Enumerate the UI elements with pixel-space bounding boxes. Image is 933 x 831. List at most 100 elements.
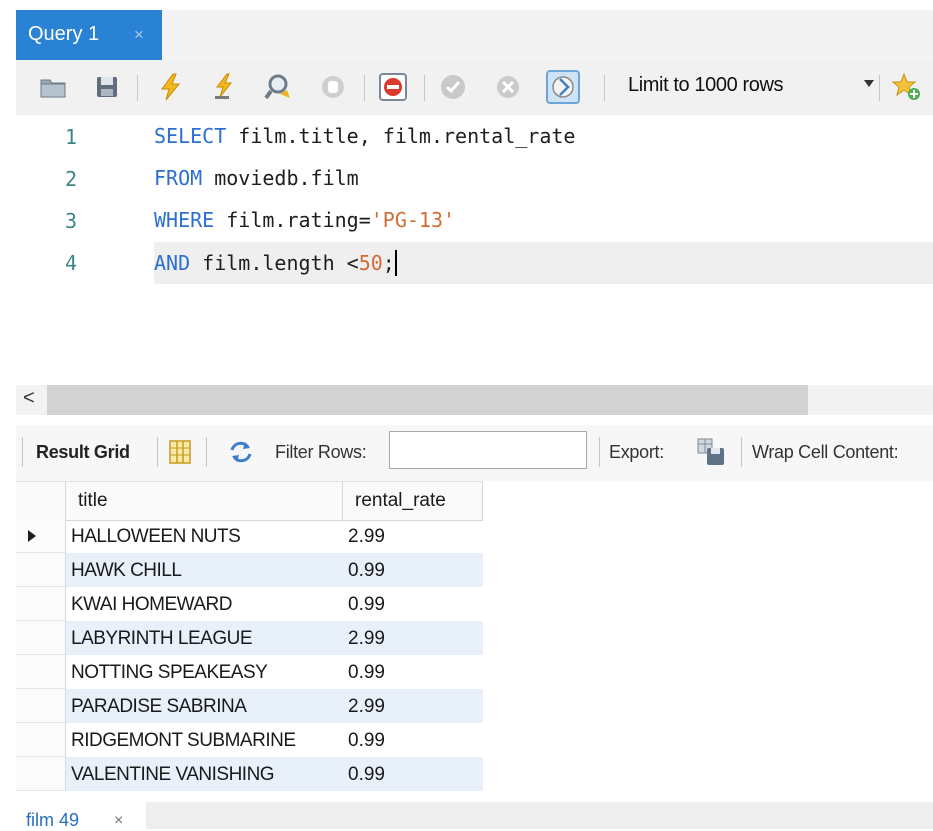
- tab-bar: Query 1 ×: [0, 0, 933, 60]
- cell-title[interactable]: HALLOWEEN NUTS: [66, 519, 343, 553]
- row-header[interactable]: [16, 519, 66, 553]
- explain-magnifier-icon[interactable]: [264, 72, 294, 102]
- tab-query-1-label: Query 1: [28, 23, 100, 45]
- save-icon[interactable]: [92, 72, 122, 102]
- editor-toolbar: Limit to 1000 rows: [16, 60, 933, 115]
- chevron-down-icon[interactable]: [864, 80, 874, 87]
- editor-line[interactable]: 4 AND film.length <50;: [16, 242, 933, 284]
- row-header[interactable]: [16, 689, 66, 723]
- autocommit-toggle-icon[interactable]: [546, 70, 580, 104]
- line-number: 3: [65, 209, 78, 233]
- cell-rental-rate[interactable]: 2.99: [343, 621, 483, 655]
- limit-rows-select[interactable]: Limit to 1000 rows: [628, 74, 784, 97]
- text-caret: [394, 250, 397, 276]
- line-number: 2: [65, 167, 78, 191]
- current-row-arrow-icon: [28, 530, 36, 542]
- close-result-tab-icon[interactable]: ×: [114, 812, 123, 830]
- cell-rental-rate[interactable]: 2.99: [343, 519, 483, 553]
- cell-title[interactable]: HAWK CHILL: [66, 553, 343, 587]
- table-row[interactable]: RIDGEMONT SUBMARINE 0.99: [16, 723, 483, 757]
- cell-title[interactable]: KWAI HOMEWARD: [66, 587, 343, 621]
- toolbar-separator: [364, 75, 365, 101]
- cell-rental-rate[interactable]: 0.99: [343, 587, 483, 621]
- toolbar-separator: [604, 75, 605, 101]
- favorites-star-icon[interactable]: [892, 72, 922, 102]
- table-row[interactable]: HAWK CHILL 0.99: [16, 553, 483, 587]
- editor-line[interactable]: 3 WHERE film.rating='PG-13': [16, 200, 933, 242]
- cell-title[interactable]: PARADISE SABRINA: [66, 689, 343, 723]
- table-row[interactable]: HALLOWEEN NUTS 2.99: [16, 519, 483, 553]
- result-toolbar: Result Grid Filter Rows: Export: Wrap Ce…: [16, 425, 933, 481]
- stop-on-error-icon[interactable]: [378, 72, 408, 102]
- cell-rental-rate[interactable]: 2.99: [343, 689, 483, 723]
- toolbar-separator: [137, 75, 138, 101]
- grid-header-row: title rental_rate: [16, 481, 483, 521]
- sql-keyword: SELECT: [154, 124, 227, 148]
- toolbar-separator: [741, 437, 742, 467]
- scrollbar-thumb[interactable]: [47, 385, 808, 415]
- column-header-rental-rate[interactable]: rental_rate: [343, 482, 483, 520]
- export-icon[interactable]: [696, 437, 726, 467]
- open-folder-icon[interactable]: [38, 72, 68, 102]
- cell-title[interactable]: NOTTING SPEAKEASY: [66, 655, 343, 689]
- code-text[interactable]: WHERE film.rating='PG-13': [154, 208, 455, 232]
- row-header[interactable]: [16, 655, 66, 689]
- sql-keyword: AND: [154, 251, 191, 275]
- code-text[interactable]: AND film.length <50;: [154, 250, 397, 276]
- toolbar-separator: [157, 437, 158, 467]
- column-header-title[interactable]: title: [66, 482, 343, 520]
- sql-keyword: FROM: [154, 166, 203, 190]
- sql-text: film.rating=: [214, 208, 371, 232]
- code-text[interactable]: FROM moviedb.film: [154, 166, 359, 190]
- sql-literal: 'PG-13': [370, 208, 456, 232]
- refresh-icon[interactable]: [228, 440, 254, 464]
- cell-rental-rate[interactable]: 0.99: [343, 723, 483, 757]
- sql-literal: 50: [358, 251, 383, 275]
- cell-title[interactable]: RIDGEMONT SUBMARINE: [66, 723, 343, 757]
- sql-text: film.length <: [190, 251, 359, 275]
- scroll-left-arrow-icon[interactable]: <: [23, 387, 35, 410]
- table-row[interactable]: LABYRINTH LEAGUE 2.99: [16, 621, 483, 655]
- filter-rows-label: Filter Rows:: [275, 442, 367, 462]
- sql-text: ;: [382, 251, 395, 275]
- cell-rental-rate[interactable]: 0.99: [343, 757, 483, 791]
- row-header[interactable]: [16, 587, 66, 621]
- table-row[interactable]: VALENTINE VANISHING 0.99: [16, 757, 483, 791]
- editor-line[interactable]: 1 SELECT film.title, film.rental_rate: [16, 116, 933, 158]
- close-tab-icon[interactable]: ×: [134, 25, 144, 45]
- editor-line[interactable]: 2 FROM moviedb.film: [16, 158, 933, 200]
- sql-editor[interactable]: 1 SELECT film.title, film.rental_rate 2 FRO…: [16, 115, 933, 385]
- table-row[interactable]: NOTTING SPEAKEASY 0.99: [16, 655, 483, 689]
- tab-bar-fill: [162, 10, 933, 60]
- table-row[interactable]: KWAI HOMEWARD 0.99: [16, 587, 483, 621]
- cell-rental-rate[interactable]: 0.99: [343, 553, 483, 587]
- wrap-cell-content-label[interactable]: Wrap Cell Content:: [752, 442, 899, 463]
- cell-title[interactable]: LABYRINTH LEAGUE: [66, 621, 343, 655]
- row-header[interactable]: [16, 621, 66, 655]
- sql-text: film.title, film.rental_rate: [226, 124, 576, 148]
- editor-horizontal-scrollbar[interactable]: <: [16, 385, 933, 415]
- toolbar-separator: [599, 437, 600, 467]
- result-grid-button[interactable]: Result Grid: [36, 442, 130, 463]
- tab-query-1[interactable]: Query 1 ×: [16, 10, 162, 60]
- row-header-corner: [16, 482, 66, 520]
- execute-lightning-icon[interactable]: [156, 72, 186, 102]
- row-header[interactable]: [16, 553, 66, 587]
- row-header[interactable]: [16, 723, 66, 757]
- line-number: 4: [65, 251, 78, 275]
- grid-layout-icon[interactable]: [168, 439, 192, 465]
- cell-rental-rate[interactable]: 0.99: [343, 655, 483, 689]
- rollback-icon[interactable]: [493, 72, 523, 102]
- execute-current-icon[interactable]: [209, 72, 239, 102]
- toolbar-separator: [424, 75, 425, 101]
- export-label: Export:: [609, 442, 664, 462]
- filter-rows-input[interactable]: [389, 431, 587, 469]
- row-header[interactable]: [16, 757, 66, 791]
- code-text[interactable]: SELECT film.title, film.rental_rate: [154, 124, 575, 148]
- stop-icon[interactable]: [318, 72, 348, 102]
- sql-keyword: WHERE: [154, 208, 215, 232]
- result-tab-film-49[interactable]: film 49 ×: [16, 802, 146, 830]
- table-row[interactable]: PARADISE SABRINA 2.99: [16, 689, 483, 723]
- cell-title[interactable]: VALENTINE VANISHING: [66, 757, 343, 791]
- commit-icon[interactable]: [438, 72, 468, 102]
